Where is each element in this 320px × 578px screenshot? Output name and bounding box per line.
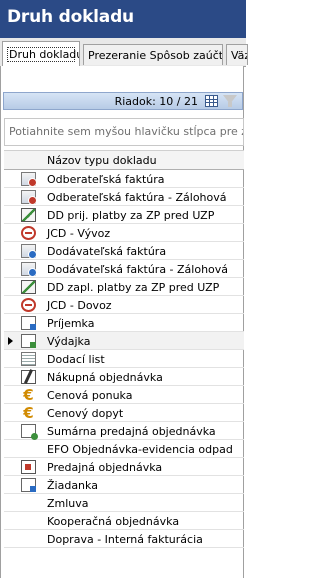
row-label: Cenový dopyt: [47, 407, 124, 420]
row-label: Kooperačná objednávka: [47, 515, 180, 528]
tab-druh-dokladu[interactable]: Druh dokladu: [2, 41, 80, 67]
row-indicator: [4, 512, 18, 530]
table-row[interactable]: Sumárna predajná objednávka: [4, 422, 244, 440]
table-row[interactable]: Výdajka: [4, 332, 244, 350]
row-label: Nákupná objednávka: [47, 371, 163, 384]
table-row[interactable]: Žiadanka: [4, 476, 244, 494]
row-label: Zmluva: [47, 497, 89, 510]
table-row[interactable]: Nákupná objednávka: [4, 368, 244, 386]
table-row[interactable]: Dodací list: [4, 350, 244, 368]
sales-icon: [21, 460, 36, 474]
title-bar: Druh dokladu: [0, 0, 246, 38]
row-indicator: [4, 170, 18, 188]
table-row[interactable]: DD zapl. platby za ZP pred UZP: [4, 278, 244, 296]
row-indicator: [4, 224, 18, 242]
jcd-icon: [21, 226, 36, 240]
row-label: Doprava - Interná fakturácia: [47, 533, 203, 546]
table-row[interactable]: € Cenová ponuka: [4, 386, 244, 404]
row-indicator: [4, 386, 18, 404]
row-indicator: [4, 422, 18, 440]
sum-icon: [21, 424, 38, 440]
row-label: Dodací list: [47, 353, 105, 366]
filter-icon[interactable]: [223, 95, 237, 107]
grid-header: Názov typu dokladu: [4, 150, 244, 170]
row-indicator: [4, 260, 18, 278]
table-row[interactable]: Odberateľská faktúra - Zálohová: [4, 188, 244, 206]
euro-icon: €: [23, 404, 34, 422]
window-title: Druh dokladu: [7, 7, 134, 27]
row-label: JCD - Vývoz: [47, 227, 111, 240]
grid-columns-icon[interactable]: [205, 95, 218, 107]
table-row[interactable]: Odberateľská faktúra: [4, 170, 244, 188]
row-indicator: [4, 314, 18, 332]
table-row[interactable]: Zmluva: [4, 494, 244, 512]
row-label: Žiadanka: [47, 479, 98, 492]
dispatch-icon: [21, 334, 36, 348]
row-label: Predajná objednávka: [47, 461, 163, 474]
group-by-hint: Potiahnite sem myšou hlavičku stĺpca pre…: [9, 125, 243, 138]
invoice-icon: [21, 172, 37, 187]
row-indicator: [4, 530, 18, 548]
row-count-bar: Riadok: 10 / 21: [3, 92, 243, 110]
table-row[interactable]: Dodávateľská faktúra - Zálohová: [4, 260, 244, 278]
row-indicator: [4, 440, 18, 458]
row-indicator: [4, 206, 18, 224]
list-icon: [21, 352, 36, 366]
table-row[interactable]: Dodávateľská faktúra: [4, 242, 244, 260]
row-indicator: [4, 296, 18, 314]
table-row[interactable]: Príjemka: [4, 314, 244, 332]
grid-rows: Odberateľská faktúra Odberateľská faktúra…: [4, 170, 244, 548]
row-label: DD zapl. platby za ZP pred UZP: [47, 281, 220, 294]
table-row[interactable]: JCD - Vývoz: [4, 224, 244, 242]
jcd-icon: [21, 298, 36, 312]
row-label: Cenová ponuka: [47, 389, 133, 402]
table-row[interactable]: DD prij. platby za ZP pred UZP: [4, 206, 244, 224]
invoice-icon: [21, 190, 37, 205]
row-label: DD prij. platby za ZP pred UZP: [47, 209, 215, 222]
request-icon: [21, 478, 36, 492]
row-indicator: [4, 188, 18, 206]
tab-label: Druh dokladu: [7, 47, 80, 62]
row-indicator: [4, 494, 18, 512]
row-label: EFO Objednávka-evidencia odpad: [47, 443, 233, 456]
euro-icon: €: [23, 386, 34, 404]
row-count-label: Riadok: 10 / 21: [114, 95, 198, 108]
row-indicator: [4, 242, 18, 260]
tab-prezeranie-sposob-zauct[interactable]: Prezeranie Spôsob zaúčt.: [83, 44, 223, 65]
group-by-area[interactable]: Potiahnite sem myšou hlavičku stĺpca pre…: [4, 118, 244, 146]
order-icon: [21, 370, 36, 384]
row-indicator: [4, 350, 18, 368]
row-label: Odberateľská faktúra - Zálohová: [47, 191, 227, 204]
row-indicator: [4, 404, 18, 422]
row-label: Odberateľská faktúra: [47, 173, 165, 186]
row-indicator: [4, 332, 18, 350]
row-indicator: [4, 368, 18, 386]
row-label: Príjemka: [47, 317, 95, 330]
row-label: Dodávateľská faktúra: [47, 245, 167, 258]
zp-payment-icon: [21, 208, 36, 222]
zp-payment-icon: [21, 280, 36, 294]
tab-label: Prezeranie Spôsob zaúčt.: [88, 49, 223, 62]
row-indicator: [4, 476, 18, 494]
tab-label: Väz: [231, 49, 247, 62]
row-label: JCD - Dovoz: [47, 299, 112, 312]
table-row[interactable]: € Cenový dopyt: [4, 404, 244, 422]
row-label: Výdajka: [47, 335, 91, 348]
invoice-blue-icon: [21, 244, 37, 259]
current-row-arrow-icon: [8, 337, 13, 345]
tab-strip: Druh dokladu Prezeranie Spôsob zaúčt. Vä…: [0, 38, 248, 67]
invoice-blue-icon: [21, 262, 37, 277]
row-label: Sumárna predajná objednávka: [47, 425, 216, 438]
table-row[interactable]: JCD - Dovoz: [4, 296, 244, 314]
tab-vaz[interactable]: Väz: [226, 44, 248, 65]
row-indicator: [4, 278, 18, 296]
row-indicator: [4, 458, 18, 476]
column-header-nazov[interactable]: Názov typu dokladu: [47, 154, 157, 167]
table-row[interactable]: Kooperačná objednávka: [4, 512, 244, 530]
table-row[interactable]: Predajná objednávka: [4, 458, 244, 476]
receipt-icon: [21, 316, 36, 330]
row-label: Dodávateľská faktúra - Zálohová: [47, 263, 229, 276]
table-row[interactable]: EFO Objednávka-evidencia odpad: [4, 440, 244, 458]
table-row[interactable]: Doprava - Interná fakturácia: [4, 530, 244, 548]
